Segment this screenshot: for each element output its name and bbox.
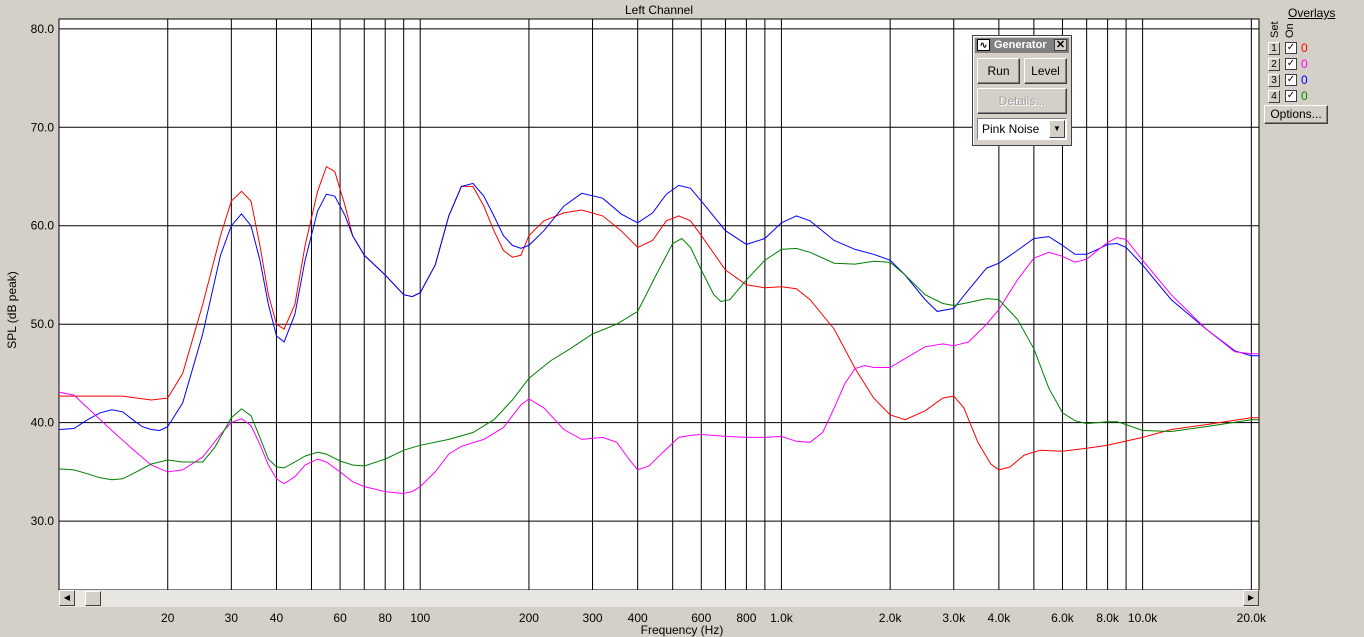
x-tick-label: 200 bbox=[519, 611, 539, 625]
y-tick-label: 50.0 bbox=[31, 317, 55, 331]
overlay-value: 0 bbox=[1301, 57, 1308, 71]
y-tick-label: 60.0 bbox=[31, 219, 55, 233]
set-column-label: Set bbox=[1269, 21, 1281, 38]
on-column-label: On bbox=[1284, 23, 1296, 38]
y-tick-label: 40.0 bbox=[31, 416, 55, 430]
scroll-thumb[interactable] bbox=[85, 591, 101, 606]
y-tick-label: 70.0 bbox=[31, 120, 55, 134]
x-tick-label: 800 bbox=[736, 611, 756, 625]
x-axis-label: Frequency (Hz) bbox=[641, 623, 724, 637]
chevron-down-icon[interactable]: ▼ bbox=[1049, 120, 1065, 138]
x-tick-label: 80 bbox=[379, 611, 393, 625]
x-tick-label: 2.0k bbox=[879, 611, 903, 625]
x-tick-label: 4.0k bbox=[988, 611, 1012, 625]
generator-title: Generator bbox=[994, 39, 1047, 51]
generator-titlebar[interactable]: ∿ Generator ✕ bbox=[975, 38, 1069, 53]
chart-title: Left Channel bbox=[625, 3, 693, 17]
x-tick-label: 6.0k bbox=[1051, 611, 1075, 625]
overlay-value: 0 bbox=[1301, 73, 1308, 87]
plot-background bbox=[58, 18, 1260, 591]
overlay-on-checkbox[interactable]: ✓ bbox=[1285, 58, 1297, 70]
x-tick-label: 8.0k bbox=[1096, 611, 1120, 625]
x-tick-label: 100 bbox=[410, 611, 430, 625]
x-tick-label: 40 bbox=[270, 611, 284, 625]
overlay-value: 0 bbox=[1301, 41, 1308, 55]
overlay-on-checkbox[interactable]: ✓ bbox=[1285, 42, 1297, 54]
overlay-value: 0 bbox=[1301, 89, 1308, 103]
generator-window[interactable]: ∿ Generator ✕ Run Level Details... Pink … bbox=[972, 35, 1072, 146]
overlay-on-checkbox[interactable]: ✓ bbox=[1285, 74, 1297, 86]
signal-select[interactable]: Pink Noise ▼ bbox=[977, 118, 1067, 140]
overlay-set-button[interactable]: 4 bbox=[1268, 90, 1280, 103]
scroll-left-icon[interactable]: ◀ bbox=[59, 590, 75, 606]
x-tick-label: 1.0k bbox=[770, 611, 794, 625]
x-tick-label: 10.0k bbox=[1128, 611, 1158, 625]
waveform-icon: ∿ bbox=[977, 39, 990, 51]
level-button[interactable]: Level bbox=[1024, 58, 1067, 84]
x-tick-label: 20 bbox=[161, 611, 175, 625]
scroll-right-icon[interactable]: ▶ bbox=[1243, 590, 1259, 606]
y-axis: 30.0 40.0 50.0 60.0 70.0 80.0 bbox=[31, 22, 55, 528]
overlay-row: 4 ✓ 0 bbox=[1268, 89, 1328, 104]
overlay-set-button[interactable]: 3 bbox=[1268, 74, 1280, 87]
overlay-row: 1 ✓ 0 bbox=[1268, 41, 1328, 56]
y-axis-label: SPL (dB peak) bbox=[5, 271, 19, 349]
signal-select-value: Pink Noise bbox=[982, 122, 1040, 136]
overlay-row: 2 ✓ 0 bbox=[1268, 57, 1328, 72]
overlays-title: Overlays bbox=[1288, 6, 1336, 20]
details-button[interactable]: Details... bbox=[977, 88, 1067, 114]
overlay-set-button[interactable]: 2 bbox=[1268, 58, 1280, 71]
y-tick-label: 30.0 bbox=[31, 514, 55, 528]
chart: 30.0 40.0 50.0 60.0 70.0 80.0 20 30 40 60 80 100 20… bbox=[5, 3, 1267, 637]
options-button[interactable]: Options... bbox=[1264, 105, 1328, 124]
x-tick-label: 60 bbox=[333, 611, 347, 625]
y-tick-label: 80.0 bbox=[31, 22, 55, 36]
x-tick-label: 20.0k bbox=[1237, 611, 1267, 625]
x-tick-label: 300 bbox=[583, 611, 603, 625]
overlay-on-checkbox[interactable]: ✓ bbox=[1285, 90, 1297, 102]
horizontal-scrollbar[interactable]: ◀ ▶ bbox=[59, 590, 1259, 607]
run-button[interactable]: Run bbox=[977, 58, 1020, 84]
overlay-row: 3 ✓ 0 bbox=[1268, 73, 1328, 88]
x-tick-label: 3.0k bbox=[942, 611, 966, 625]
x-tick-label: 30 bbox=[225, 611, 239, 625]
close-icon[interactable]: ✕ bbox=[1054, 39, 1067, 51]
overlay-set-button[interactable]: 1 bbox=[1268, 42, 1280, 55]
